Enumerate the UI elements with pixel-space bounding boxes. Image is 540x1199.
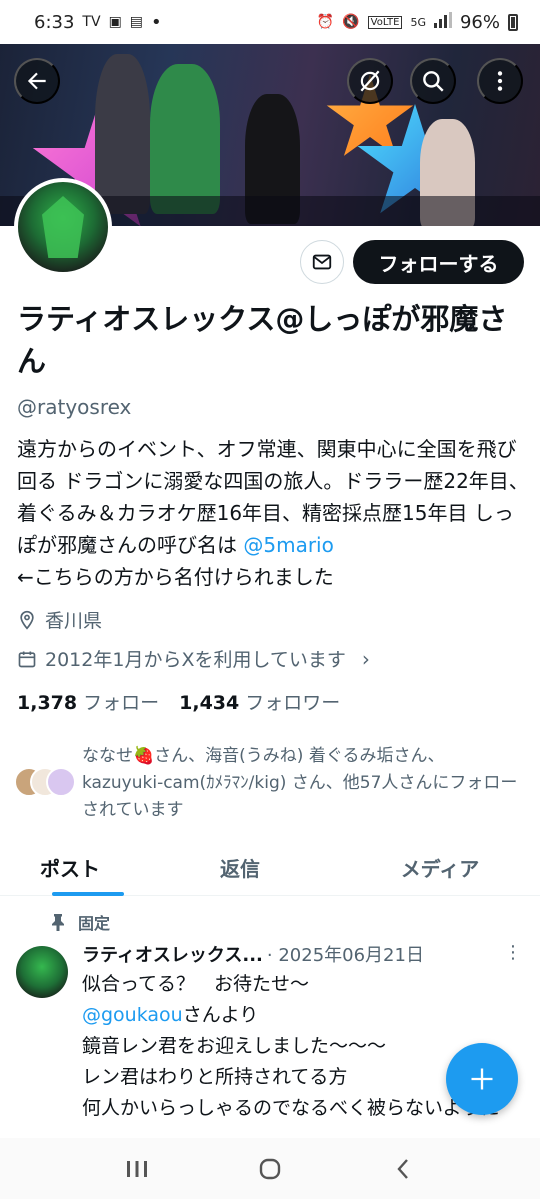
chevron-right-icon: › xyxy=(361,646,370,671)
followers-count: 1,434 xyxy=(179,692,240,714)
plus-icon xyxy=(471,1068,493,1090)
profile-location: 香川県 xyxy=(17,606,102,633)
profile-joined[interactable]: 2012年1月からXを利用しています › xyxy=(17,645,370,672)
following-label: フォロー xyxy=(83,692,160,714)
recent-apps-button[interactable] xyxy=(107,1144,167,1194)
following-count: 1,378 xyxy=(17,692,78,714)
avatar xyxy=(46,767,76,797)
battery-icon xyxy=(508,13,518,31)
search-button[interactable] xyxy=(410,58,456,104)
followed-by-avatars[interactable] xyxy=(14,767,78,799)
tab-posts[interactable]: ポスト xyxy=(0,840,140,896)
followers-label: フォロワー xyxy=(245,692,341,714)
system-nav-bar xyxy=(0,1138,540,1199)
follow-counts: 1,378 フォロー 1,434 フォロワー xyxy=(17,688,340,715)
gallery-icon: ▣ xyxy=(108,14,122,30)
bio-mention-link[interactable]: @5mario xyxy=(243,533,333,557)
post-more-icon[interactable]: ⋮ xyxy=(504,942,522,963)
status-left: 6:33 TV ▣ ▤ • xyxy=(34,12,162,33)
tab-replies[interactable]: 返信 xyxy=(140,840,340,895)
alarm-icon: ⏰ xyxy=(316,14,335,30)
envelope-icon xyxy=(312,254,332,270)
profile-tabs: ポスト 返信 メディア xyxy=(0,840,540,896)
tver-icon: TV xyxy=(82,14,101,30)
post-mention-link[interactable]: @goukaou xyxy=(82,1004,183,1026)
following-link[interactable]: 1,378 フォロー xyxy=(17,688,159,715)
search-icon xyxy=(423,71,444,92)
status-right: ⏰ 🔇 VoLTE 5G 96% xyxy=(317,12,518,33)
more-options-button[interactable] xyxy=(477,58,523,104)
chevron-left-icon xyxy=(397,1158,409,1179)
pinned-label: 固定 xyxy=(78,914,111,933)
post-date: · 2025年06月21日 xyxy=(266,945,424,966)
bio-text-after: ←こちらの方から名付けられました xyxy=(17,565,334,589)
back-nav-button[interactable] xyxy=(373,1144,433,1194)
tab-media[interactable]: メディア xyxy=(340,840,540,895)
volte-icon: VoLTE xyxy=(367,15,403,29)
message-button[interactable] xyxy=(300,240,344,284)
home-button[interactable] xyxy=(240,1144,300,1194)
post-author-avatar[interactable] xyxy=(16,946,68,998)
compose-button[interactable] xyxy=(446,1043,518,1115)
status-dot: • xyxy=(151,11,162,33)
news-icon: ▤ xyxy=(129,14,144,30)
follow-button[interactable]: フォローする xyxy=(353,240,524,284)
status-time: 6:33 xyxy=(34,11,75,33)
pin-icon xyxy=(52,914,64,931)
grok-button[interactable] xyxy=(347,58,393,104)
followed-by-text[interactable]: ななせ🍓さん、海音(うみね) 着ぐるみ垢さん、kazuyuki-cam(ｶﾒﾗﾏ… xyxy=(82,743,522,824)
5g-icon: 5G xyxy=(410,15,426,29)
signal-icon xyxy=(433,12,452,32)
recent-apps-icon xyxy=(126,1160,147,1177)
more-vertical-icon xyxy=(497,71,503,91)
profile-bio: 遠方からのイベント、オフ常連、関東中心に全国を飛び回る ドラゴンに溺愛な四国の旅… xyxy=(17,433,529,593)
home-icon xyxy=(259,1158,281,1179)
display-name: ラティオスレックス@しっぽが邪魔さん xyxy=(17,302,508,378)
arrow-left-icon xyxy=(27,72,46,90)
profile-avatar[interactable] xyxy=(14,178,112,276)
joined-text: 2012年1月からXを利用しています xyxy=(45,649,346,671)
followers-link[interactable]: 1,434 フォロワー xyxy=(179,688,340,715)
back-button[interactable] xyxy=(14,58,60,104)
status-bar: 6:33 TV ▣ ▤ • ⏰ 🔇 VoLTE 5G 96% xyxy=(0,0,540,44)
mute-icon: 🔇 xyxy=(342,14,360,30)
location-text: 香川県 xyxy=(45,610,103,632)
post-header: ラティオスレックス... · 2025年06月21日 xyxy=(82,941,502,967)
banner-figure xyxy=(150,64,220,214)
grok-icon xyxy=(360,70,380,92)
battery-percent: 96% xyxy=(459,11,500,33)
post-author-name[interactable]: ラティオスレックス... xyxy=(82,941,263,967)
calendar-icon xyxy=(18,651,36,667)
banner-figure xyxy=(95,54,150,214)
pinned-indicator: 固定 xyxy=(50,910,110,934)
profile-handle: @ratyosrex xyxy=(17,395,132,419)
location-pin-icon xyxy=(20,610,34,630)
